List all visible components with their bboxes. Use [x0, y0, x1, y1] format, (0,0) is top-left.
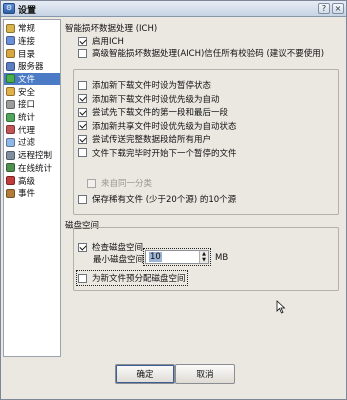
- settings-dialog: ⚙ 设置 ? × 常规 连接 目录 服务器 文件 安全 接口 统计 代理 过滤 远程控制 在线统计 高级…: [0, 0, 347, 400]
- save-rare-sources-label: 保存稀有文件 (少于20个源) 的10个源: [92, 195, 237, 205]
- file-option-label: 添加新下载文件时设优先级为自动: [92, 94, 220, 105]
- file-option-label: 添加新下载文件时设为暂停状态: [92, 81, 212, 91]
- proxy-icon: [6, 125, 15, 135]
- min-disk-space-value-wrap[interactable]: 10: [146, 252, 199, 262]
- app-icon: ⚙: [3, 3, 15, 14]
- filter-icon: [6, 137, 15, 147]
- help-button[interactable]: ?: [318, 3, 330, 14]
- sidebar-item-label: 接口: [18, 100, 36, 111]
- sidebar-item[interactable]: 常规: [4, 22, 60, 34]
- folder-icon: [6, 49, 15, 59]
- online-statistics-icon: [6, 163, 15, 173]
- advanced-icon: [6, 176, 15, 186]
- sidebar-item-label: 连接: [18, 36, 36, 47]
- aich-trust-label: 高级智能损坏数据处理(AICH)信任所有校验码 (建议不要使用): [92, 49, 325, 59]
- enable-ich-label: 启用ICH: [92, 37, 124, 47]
- sidebar-item-label: 代理: [18, 125, 36, 136]
- checkbox-box[interactable]: [78, 107, 87, 117]
- file-option-checkbox[interactable]: 尝试先下载文件的第一段和最后一段: [78, 106, 228, 118]
- file-option-label: 文件下载完毕时开始下一个暂停的文件: [92, 148, 237, 159]
- min-disk-space-unit: MB: [215, 253, 229, 263]
- checkbox-box[interactable]: [78, 80, 87, 90]
- sidebar-item[interactable]: 接口: [4, 98, 60, 110]
- window-controls: ? ×: [318, 3, 344, 14]
- file-icon: [6, 74, 15, 84]
- sidebar-item[interactable]: 过滤: [4, 136, 60, 148]
- min-disk-space-spinbox[interactable]: 10 ▲ ▼: [143, 248, 211, 266]
- sidebar-item[interactable]: 远程控制: [4, 149, 60, 161]
- checkbox-box[interactable]: [78, 194, 87, 204]
- checkbox-box[interactable]: [78, 94, 87, 103]
- spin-arrows[interactable]: ▲ ▼: [199, 251, 208, 263]
- sidebar-item-label: 在线统计: [18, 163, 53, 174]
- same-category-checkbox[interactable]: 来自同一分类: [87, 177, 152, 189]
- file-option-checkbox[interactable]: 添加新共享文件时设优先级为自动状态: [78, 120, 237, 132]
- settings-sidebar: 常规 连接目录服务器 文件安全接口统计 代理过滤远程控制 在线统计高级事件: [3, 19, 61, 357]
- close-button[interactable]: ×: [332, 3, 344, 14]
- checkbox-box[interactable]: [87, 178, 96, 188]
- sidebar-item-label: 安全: [18, 87, 36, 98]
- file-option-checkbox[interactable]: 添加新下载文件时设优先级为自动: [78, 93, 220, 105]
- file-option-checkbox[interactable]: 添加新下载文件时设为暂停状态: [78, 79, 211, 91]
- spin-down-arrow-icon[interactable]: ▼: [200, 257, 208, 263]
- checkbox-box[interactable]: [78, 148, 87, 157]
- connection-icon: [6, 36, 15, 46]
- same-category-label: 来自同一分类: [101, 179, 153, 189]
- file-option-label: 添加新共享文件时设优先级为自动状态: [92, 121, 237, 132]
- sidebar-item-label: 统计: [18, 113, 36, 124]
- sidebar-item[interactable]: 目录: [4, 47, 60, 60]
- general-icon: [6, 23, 15, 33]
- mouse-pointer-icon: [276, 300, 286, 314]
- sidebar-item-label: 高级: [18, 176, 36, 187]
- sidebar-item-label: 文件: [18, 74, 36, 85]
- file-option-label: 尝试先下载文件的第一段和最后一段: [92, 108, 229, 118]
- checkbox-box[interactable]: [78, 242, 87, 252]
- sidebar-item[interactable]: 服务器: [4, 60, 60, 72]
- server-icon: [6, 61, 15, 71]
- sidebar-item[interactable]: 统计: [4, 111, 60, 123]
- sidebar-item-label: 服务器: [18, 62, 44, 73]
- checkbox-box[interactable]: [78, 121, 87, 130]
- title-bar: ⚙ 设置 ? ×: [1, 1, 346, 17]
- aich-trust-checkbox[interactable]: 高级智能损坏数据处理(AICH)信任所有校验码 (建议不要使用): [78, 47, 324, 59]
- file-option-checkbox[interactable]: 文件下载完毕时开始下一个暂停的文件: [78, 147, 237, 159]
- checkbox-box[interactable]: [78, 134, 87, 144]
- file-settings-panel: 智能损坏数据处理 (ICH) 启用ICH 高级智能损坏数据处理(AICH)信任所…: [65, 19, 343, 357]
- min-disk-space-label: 最小磁盘空间：: [93, 255, 153, 265]
- sidebar-item[interactable]: 在线统计: [4, 162, 60, 174]
- sidebar-item[interactable]: 代理: [4, 124, 60, 136]
- sidebar-item[interactable]: 事件: [4, 187, 60, 199]
- statistics-icon: [6, 112, 15, 122]
- checkbox-box[interactable]: [78, 48, 87, 58]
- sidebar-item-label: 目录: [18, 49, 36, 60]
- window-title: 设置: [18, 6, 37, 16]
- sidebar-item-label: 远程控制: [18, 151, 53, 162]
- sidebar-item[interactable]: 安全: [4, 86, 60, 98]
- events-icon: [6, 188, 15, 198]
- ich-group-title: 智能损坏数据处理 (ICH): [65, 24, 158, 34]
- ok-button[interactable]: 确定: [115, 364, 175, 384]
- check-disk-space-label: 检查磁盘空间: [92, 243, 144, 253]
- remote-control-icon: [6, 150, 15, 160]
- cancel-button[interactable]: 取消: [175, 364, 235, 384]
- sidebar-item-label: 事件: [18, 189, 36, 200]
- enable-ich-checkbox[interactable]: 启用ICH: [78, 35, 124, 47]
- preallocate-disk-space-checkbox[interactable]: 为新文件预分配磁盘空间: [76, 270, 188, 286]
- file-option-checkbox[interactable]: 尝试传送完整数据段给所有用户: [78, 133, 211, 145]
- interface-icon: [6, 99, 15, 109]
- sidebar-item[interactable]: 高级: [4, 174, 60, 187]
- sidebar-item-label: 常规: [18, 24, 36, 35]
- file-option-label: 尝试传送完整数据段给所有用户: [92, 135, 212, 145]
- sidebar-item[interactable]: 文件: [4, 72, 60, 86]
- security-icon: [6, 87, 15, 97]
- save-rare-sources-checkbox[interactable]: 保存稀有文件 (少于20个源) 的10个源: [78, 193, 236, 205]
- min-disk-space-value[interactable]: 10: [149, 252, 162, 262]
- checkbox-box[interactable]: [78, 273, 87, 283]
- sidebar-item[interactable]: 连接: [4, 35, 60, 47]
- checkbox-box[interactable]: [78, 36, 87, 46]
- check-disk-space-checkbox[interactable]: 检查磁盘空间: [78, 241, 143, 253]
- preallocate-disk-space-label: 为新文件预分配磁盘空间: [92, 274, 186, 284]
- sidebar-item-label: 过滤: [18, 138, 36, 149]
